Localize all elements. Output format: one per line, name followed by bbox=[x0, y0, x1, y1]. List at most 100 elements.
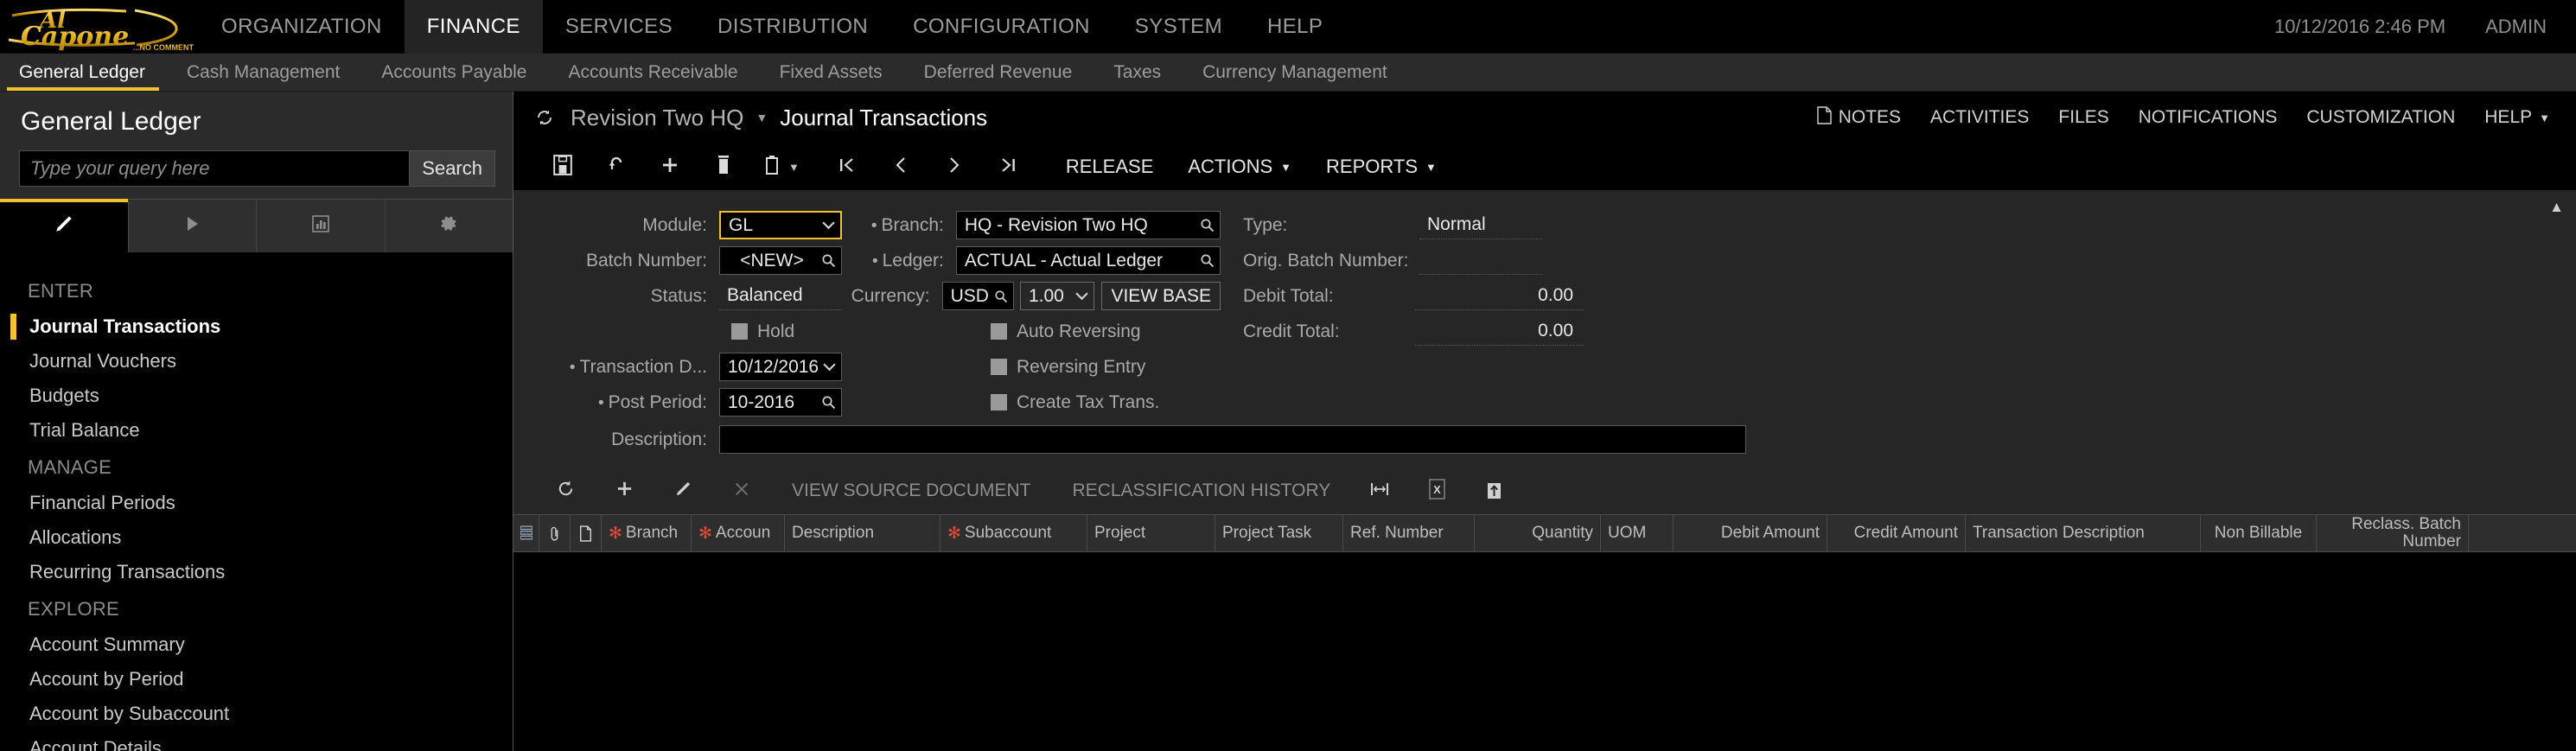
save-button[interactable] bbox=[536, 143, 590, 190]
search-button[interactable]: Search bbox=[409, 150, 495, 187]
grid-add-row-button[interactable] bbox=[595, 468, 654, 514]
sidebar-item-financial-periods[interactable]: Financial Periods bbox=[0, 486, 513, 520]
activities-link[interactable]: ACTIVITIES bbox=[1930, 107, 2029, 128]
post-period-input[interactable]: 10-2016 bbox=[719, 388, 842, 417]
notes-link[interactable]: NOTES bbox=[1817, 105, 1901, 130]
module-select[interactable]: GL bbox=[719, 211, 842, 239]
currency-rate-select[interactable]: 1.00 bbox=[1019, 282, 1095, 310]
grid-col-account[interactable]: ✻ Accoun bbox=[692, 515, 785, 551]
paperclip-icon[interactable] bbox=[539, 515, 571, 551]
grid-col-ref-number[interactable]: Ref. Number bbox=[1343, 515, 1475, 551]
sidebar-tab-process[interactable] bbox=[128, 200, 257, 252]
search-icon[interactable] bbox=[1200, 218, 1215, 232]
search-icon[interactable] bbox=[821, 395, 836, 410]
search-icon[interactable] bbox=[994, 290, 1008, 303]
main-nav-item-finance[interactable]: FINANCE bbox=[404, 0, 543, 54]
main-nav-item-organization[interactable]: ORGANIZATION bbox=[199, 0, 405, 54]
reports-menu-button[interactable]: REPORTS ▼ bbox=[1309, 156, 1454, 178]
copy-paste-button[interactable] bbox=[750, 143, 794, 190]
reversing-entry-checkbox[interactable] bbox=[991, 359, 1007, 375]
sidebar-item-trial-balance[interactable]: Trial Balance bbox=[0, 413, 513, 448]
grid-col-project-task[interactable]: Project Task bbox=[1215, 515, 1343, 551]
search-icon[interactable] bbox=[1200, 253, 1215, 268]
breadcrumb-organization[interactable]: Revision Two HQ bbox=[571, 105, 743, 131]
help-link[interactable]: HELP ▼ bbox=[2484, 107, 2550, 128]
auto-reversing-checkbox[interactable] bbox=[991, 323, 1007, 340]
grid-col-subaccount[interactable]: ✻ Subaccount bbox=[940, 515, 1087, 551]
sidebar-item-account-by-period[interactable]: Account by Period bbox=[0, 662, 513, 697]
grid-col-transaction-description[interactable]: Transaction Description bbox=[1966, 515, 2201, 551]
delete-record-button[interactable] bbox=[697, 143, 750, 190]
upload-button[interactable] bbox=[1465, 468, 1522, 514]
main-nav-item-configuration[interactable]: CONFIGURATION bbox=[890, 0, 1113, 54]
sub-nav-item-taxes[interactable]: Taxes bbox=[1093, 54, 1182, 91]
sidebar-item-recurring-transactions[interactable]: Recurring Transactions bbox=[0, 555, 513, 589]
row-list-icon[interactable] bbox=[513, 515, 539, 551]
grid-col-branch[interactable]: ✻ Branch bbox=[602, 515, 692, 551]
sidebar-tab-reports[interactable] bbox=[257, 200, 386, 252]
undo-button[interactable] bbox=[590, 143, 643, 190]
release-button[interactable]: RELEASE bbox=[1049, 156, 1171, 178]
add-record-button[interactable] bbox=[643, 143, 697, 190]
sidebar-item-allocations[interactable]: Allocations bbox=[0, 520, 513, 555]
grid-col-description[interactable]: Description bbox=[785, 515, 940, 551]
sub-nav-item-general-ledger[interactable]: General Ledger bbox=[0, 54, 166, 91]
grid-col-project[interactable]: Project bbox=[1087, 515, 1215, 551]
grid-col-reclass-batch-number[interactable]: Reclass. Batch Number bbox=[2317, 515, 2469, 551]
sidebar-tab-enter[interactable] bbox=[0, 199, 129, 252]
sidebar-item-journal-vouchers[interactable]: Journal Vouchers bbox=[0, 344, 513, 379]
sub-nav-item-deferred-revenue[interactable]: Deferred Revenue bbox=[903, 54, 1094, 91]
files-link[interactable]: FILES bbox=[2058, 107, 2108, 128]
next-record-button[interactable] bbox=[928, 143, 981, 190]
fit-columns-button[interactable] bbox=[1351, 468, 1408, 514]
grid-col-quantity[interactable]: Quantity bbox=[1475, 515, 1601, 551]
chevron-down-icon[interactable]: ▼ bbox=[756, 111, 768, 124]
view-source-document-button[interactable]: VIEW SOURCE DOCUMENT bbox=[771, 481, 1052, 501]
current-user[interactable]: ADMIN bbox=[2485, 16, 2547, 38]
customization-link[interactable]: CUSTOMIZATION bbox=[2306, 107, 2455, 128]
grid-cancel-row-button[interactable] bbox=[712, 468, 771, 514]
collapse-form-icon[interactable]: ▲ bbox=[2549, 199, 2564, 216]
grid-refresh-button[interactable] bbox=[536, 468, 595, 514]
grid-body-empty[interactable] bbox=[513, 552, 2576, 751]
main-nav-item-services[interactable]: SERVICES bbox=[543, 0, 695, 54]
actions-menu-button[interactable]: ACTIONS ▼ bbox=[1170, 156, 1309, 178]
currency-input[interactable]: USD bbox=[941, 282, 1014, 310]
hold-checkbox[interactable] bbox=[731, 323, 748, 340]
copy-paste-caret-icon[interactable]: ▼ bbox=[788, 161, 807, 174]
sub-nav-item-accounts-receivable[interactable]: Accounts Receivable bbox=[547, 54, 758, 91]
sidebar-item-budgets[interactable]: Budgets bbox=[0, 379, 513, 413]
sidebar-item-account-summary[interactable]: Account Summary bbox=[0, 627, 513, 662]
description-input[interactable] bbox=[719, 425, 1746, 454]
grid-col-debit-amount[interactable]: Debit Amount bbox=[1674, 515, 1827, 551]
notifications-link[interactable]: NOTIFICATIONS bbox=[2139, 107, 2278, 128]
sidebar-item-account-details[interactable]: Account Details bbox=[0, 731, 513, 751]
sidebar-item-account-by-subaccount[interactable]: Account by Subaccount bbox=[0, 697, 513, 731]
sidebar-tab-configuration[interactable] bbox=[385, 200, 513, 252]
grid-edit-row-button[interactable] bbox=[654, 468, 712, 514]
sub-nav-item-accounts-payable[interactable]: Accounts Payable bbox=[360, 54, 547, 91]
excel-export-button[interactable]: X bbox=[1408, 468, 1465, 514]
prev-record-button[interactable] bbox=[874, 143, 928, 190]
search-input[interactable] bbox=[19, 150, 410, 187]
al-capone-logo[interactable]: Al Capone ...NO COMMENT bbox=[0, 0, 199, 54]
document-icon[interactable] bbox=[571, 515, 602, 551]
view-base-button[interactable]: VIEW BASE bbox=[1101, 282, 1221, 310]
first-record-button[interactable] bbox=[820, 143, 874, 190]
main-nav-item-system[interactable]: SYSTEM bbox=[1113, 0, 1245, 54]
transaction-date-input[interactable]: 10/12/2016 bbox=[719, 353, 842, 381]
create-tax-trans-checkbox[interactable] bbox=[991, 394, 1007, 411]
last-record-button[interactable] bbox=[981, 143, 1035, 190]
branch-input[interactable]: HQ - Revision Two HQ bbox=[955, 211, 1221, 239]
main-nav-item-distribution[interactable]: DISTRIBUTION bbox=[695, 0, 890, 54]
grid-col-non-billable[interactable]: Non Billable bbox=[2201, 515, 2317, 551]
reclassification-history-button[interactable]: RECLASSIFICATION HISTORY bbox=[1052, 481, 1352, 501]
batch-number-input[interactable]: <NEW> bbox=[719, 246, 842, 275]
sub-nav-item-currency-management[interactable]: Currency Management bbox=[1182, 54, 1408, 91]
sub-nav-item-cash-management[interactable]: Cash Management bbox=[166, 54, 360, 91]
refresh-icon[interactable] bbox=[534, 107, 555, 128]
sidebar-item-journal-transactions[interactable]: Journal Transactions bbox=[0, 309, 513, 344]
grid-col-credit-amount[interactable]: Credit Amount bbox=[1827, 515, 1966, 551]
grid-col-uom[interactable]: UOM bbox=[1601, 515, 1674, 551]
main-nav-item-help[interactable]: HELP bbox=[1245, 0, 1345, 54]
